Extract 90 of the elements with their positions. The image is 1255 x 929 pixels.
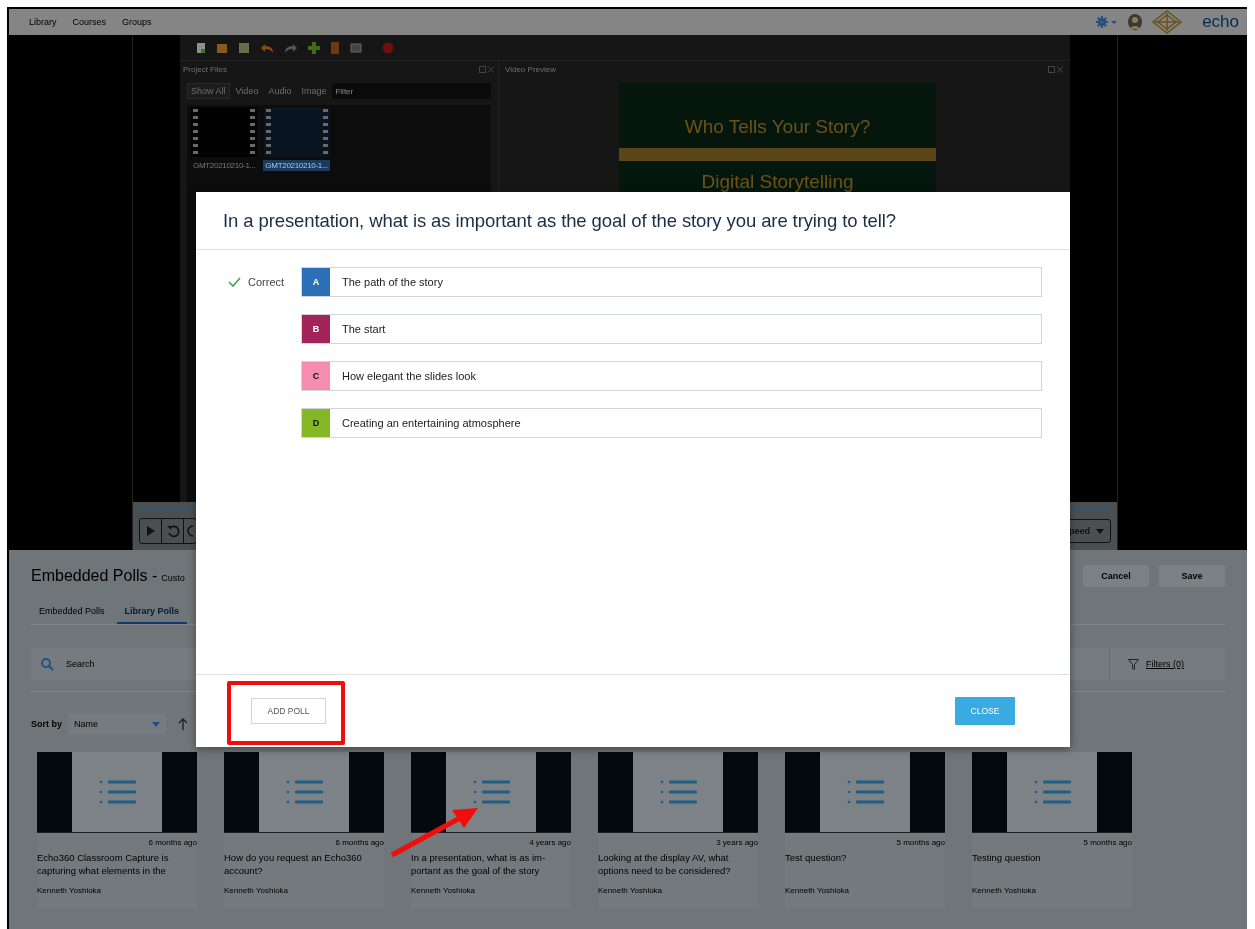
caret-icon <box>1096 528 1104 534</box>
card-age: 4 years ago <box>528 838 571 847</box>
file-name[interactable]: GMT20210210-1... <box>191 160 258 171</box>
card-author: Kenneth Yoshioka <box>972 886 1038 895</box>
panel-controls-icon[interactable] <box>1048 65 1064 73</box>
filter-tab[interactable]: Video <box>231 83 263 99</box>
card-author: Kenneth Yoshioka <box>411 886 477 895</box>
redo-icon[interactable] <box>284 41 298 54</box>
card-author: Kenneth Yoshioka <box>598 886 664 895</box>
list-icon <box>846 779 884 805</box>
filter-tab[interactable]: Audio <box>264 83 296 99</box>
echo-logo[interactable]: echo <box>1202 12 1239 32</box>
tab[interactable]: Library Polls <box>116 602 188 624</box>
play-icon <box>146 526 155 536</box>
sort-label: Sort by <box>31 719 62 729</box>
card-author: Kenneth Yoshioka <box>224 886 290 895</box>
rewind-icon <box>165 524 180 538</box>
poll-card[interactable]: 6 months ago Echo360 Classroom Capture is capturing what elements in the Kenneth Yoshioka <box>37 752 197 908</box>
card-age: 3 years ago <box>715 838 758 847</box>
poll-card[interactable]: 5 months ago Test question? Kenneth Yoshioka <box>785 752 945 908</box>
option-text: The start <box>342 323 386 335</box>
slide-title: Who Tells Your Story? <box>684 116 871 138</box>
option-text: The path of the story <box>342 276 443 288</box>
option-text: Creating an entertaining atmosphere <box>342 417 521 429</box>
card-age: 5 months ago <box>1082 838 1132 847</box>
card-age: 6 months ago <box>147 838 197 847</box>
nav-link[interactable]: Library <box>29 17 57 27</box>
film-strip-icon[interactable] <box>191 107 258 157</box>
poll-card[interactable]: 6 months ago How do you request an Echo360 account? Kenneth Yoshioka <box>224 752 384 908</box>
forward-icon <box>186 524 194 538</box>
panel-title: Video Preview <box>505 64 556 74</box>
add-poll-button[interactable]: ADD POLL <box>251 698 326 724</box>
page-title: Embedded Polls - <box>31 567 158 585</box>
card-author: Kenneth Yoshioka <box>37 886 103 895</box>
card-age: 5 months ago <box>895 838 945 847</box>
filters-link[interactable]: Filters (0) <box>1146 659 1184 669</box>
save-icon[interactable] <box>238 41 250 54</box>
slide-subtitle: Digital Storytelling <box>701 171 854 193</box>
film-strip-icon[interactable] <box>263 107 330 157</box>
option-letter: C <box>302 362 330 390</box>
nav-link[interactable]: Courses <box>72 17 107 27</box>
list-icon <box>1033 779 1071 805</box>
film-icon[interactable] <box>330 41 340 54</box>
filter-tab[interactable]: Image <box>297 83 331 99</box>
caret-icon <box>152 721 160 727</box>
sort-dropdown[interactable]: Name <box>68 713 166 735</box>
card-title: Testing question <box>972 851 1042 865</box>
folder-icon[interactable] <box>216 41 228 54</box>
file-name[interactable]: GMT20210210-1... <box>263 160 330 171</box>
list-icon <box>285 779 323 805</box>
funnel-icon[interactable] <box>1128 658 1139 670</box>
plus-icon[interactable] <box>308 41 320 54</box>
poll-card[interactable]: 5 months ago Testing question Kenneth Yoshioka <box>972 752 1132 908</box>
question-text: In a presentation, what is as important as the goal of the story you are trying to tell? <box>223 209 896 232</box>
option-text: How elegant the slides look <box>342 370 476 382</box>
card-age: 6 months ago <box>334 838 384 847</box>
page-subtitle: Custo <box>161 573 185 583</box>
search-placeholder: Search <box>66 659 95 669</box>
action-button[interactable]: Cancel <box>1083 565 1149 587</box>
card-title: In a presentation, what is as im-portant as the goal of the story <box>411 851 547 877</box>
filter-tab[interactable]: Show All <box>187 83 230 99</box>
poll-card[interactable]: 3 years ago Looking at the display AV, what options need to be considered? Kenneth Yoshioka <box>598 752 758 908</box>
diamond-logo-icon <box>1152 10 1183 34</box>
nav-link[interactable]: Groups <box>122 17 152 27</box>
tab[interactable]: Embedded Polls <box>31 602 113 624</box>
panel-controls-icon[interactable] <box>479 65 495 73</box>
search-icon <box>41 657 54 671</box>
poll-card[interactable]: 4 years ago In a presentation, what is as im-portant as the goal of the story Kenneth Yoshioka <box>411 752 571 908</box>
card-title: Looking at the display AV, what options need to be considered? <box>598 851 732 877</box>
avatar-icon[interactable] <box>1128 14 1143 30</box>
record-icon[interactable] <box>382 41 394 54</box>
option-letter: B <box>302 315 330 343</box>
new-file-icon[interactable] <box>196 41 206 54</box>
card-title: Echo360 Classroom Capture is capturing what elements in the <box>37 851 170 877</box>
up-arrow-icon[interactable] <box>178 718 188 730</box>
list-icon <box>659 779 697 805</box>
correct-label: Correct <box>248 276 285 288</box>
card-author: Kenneth Yoshioka <box>785 886 851 895</box>
panel-title: Project Files <box>183 64 227 74</box>
settings-icon[interactable] <box>1096 16 1119 28</box>
screen-icon[interactable] <box>350 41 362 54</box>
list-icon <box>98 779 136 805</box>
card-title: How do you request an Echo360 account? <box>224 851 363 877</box>
list-icon <box>472 779 510 805</box>
filter-field[interactable]: Filter <box>332 83 491 99</box>
option-letter: A <box>302 268 330 296</box>
card-title: Test question? <box>785 851 848 865</box>
action-button[interactable]: Save <box>1159 565 1225 587</box>
close-button[interactable]: CLOSE <box>955 697 1015 725</box>
option-letter: D <box>302 409 330 437</box>
